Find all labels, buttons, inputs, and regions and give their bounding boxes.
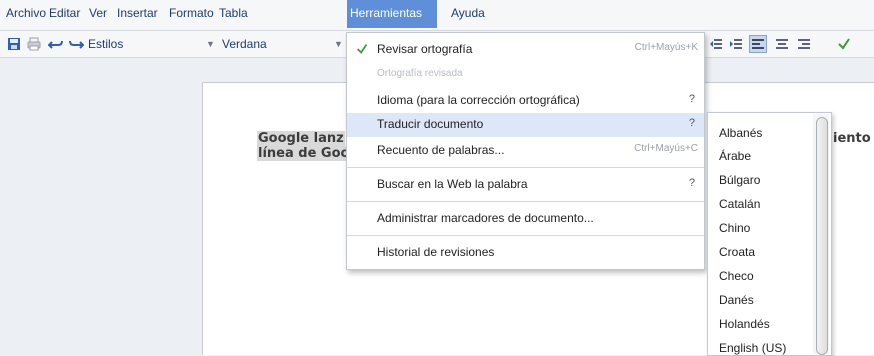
word-count-shortcut: Ctrl+Mayús+C: [634, 143, 698, 154]
chevron-down-icon: ▼: [334, 39, 343, 49]
font-select-value: Verdana: [222, 37, 267, 51]
menu-item-translate[interactable]: Traducir documento ?: [347, 113, 704, 137]
language-submenu: Albanés Árabe Búlgaro Catalán Chino Croa…: [707, 112, 832, 356]
menu-item-word-count[interactable]: Recuento de palabras... Ctrl+Mayús+C: [347, 139, 704, 163]
menu-item-spelling-reviewed: Ortografía revisada: [347, 64, 704, 88]
style-select[interactable]: Estilos ▼: [88, 36, 215, 52]
submenu-indicator: ?: [688, 117, 695, 129]
language-option[interactable]: Holandés: [719, 317, 770, 331]
spell-check-shortcut: Ctrl+Mayús+K: [634, 42, 698, 53]
menu-separator: [347, 201, 704, 202]
menu-item-spell-check[interactable]: Revisar ortografía Ctrl+Mayús+K: [347, 38, 704, 62]
menu-item-language[interactable]: Idioma (para la corrección ortográfica) …: [347, 89, 704, 113]
translate-label: Traducir documento: [377, 117, 484, 131]
font-select[interactable]: Verdana ▼: [222, 36, 343, 52]
document-text-line-1[interactable]: Google lanz: [257, 131, 345, 146]
language-option[interactable]: Checo: [719, 269, 754, 283]
language-label: Idioma (para la corrección ortográfica): [377, 93, 580, 107]
revisions-label: Historial de revisiones: [377, 245, 495, 259]
indent-decrease-icon[interactable]: [708, 36, 724, 52]
redo-icon[interactable]: [68, 36, 84, 52]
language-option[interactable]: Árabe: [719, 149, 751, 163]
menu-bar: Archivo Editar Ver Insertar Formato Tabl…: [0, 0, 874, 31]
language-option[interactable]: Búlgaro: [719, 173, 760, 187]
spelling-reviewed-label: Ortografía revisada: [377, 68, 463, 79]
tools-menu: Revisar ortografía Ctrl+Mayús+K Ortograf…: [346, 32, 705, 270]
chevron-down-icon: ▼: [206, 39, 215, 49]
spellcheck-icon: [357, 44, 368, 54]
web-search-label: Buscar en la Web la palabra: [377, 177, 528, 191]
style-select-value: Estilos: [88, 37, 124, 51]
indent-increase-icon[interactable]: [728, 36, 744, 52]
language-option[interactable]: Danés: [719, 293, 754, 307]
language-option[interactable]: English (US): [719, 341, 786, 355]
menu-tabla[interactable]: Tabla: [216, 0, 251, 30]
menu-archivo[interactable]: Archivo: [3, 0, 49, 30]
menu-item-web-search[interactable]: Buscar en la Web la palabra ?: [347, 173, 704, 197]
menu-item-bookmarks[interactable]: Administrar marcadores de documento...: [347, 207, 704, 231]
submenu-indicator: ?: [688, 177, 695, 189]
undo-icon[interactable]: [48, 36, 64, 52]
menu-separator: [347, 235, 704, 236]
spell-check-label: Revisar ortografía: [377, 42, 473, 56]
save-icon[interactable]: [6, 36, 22, 52]
menu-item-revisions[interactable]: Historial de revisiones: [347, 241, 704, 265]
menu-herramientas[interactable]: Herramientas: [347, 0, 437, 28]
language-option[interactable]: Albanés: [719, 126, 762, 140]
align-center-icon[interactable]: [774, 36, 790, 52]
word-count-label: Recuento de palabras...: [377, 143, 505, 157]
menu-separator: [347, 167, 704, 168]
language-option[interactable]: Chino: [719, 221, 750, 235]
document-text-line-2[interactable]: línea de Goo: [257, 146, 351, 161]
document-text-fragment[interactable]: iento: [832, 131, 872, 146]
submenu-indicator: ?: [688, 93, 695, 105]
submenu-scrollbar-thumb[interactable]: [816, 117, 828, 355]
menu-formato[interactable]: Formato: [166, 0, 217, 30]
menu-editar[interactable]: Editar: [46, 0, 83, 30]
align-left-icon[interactable]: [749, 35, 767, 53]
align-right-icon[interactable]: [796, 36, 812, 52]
print-icon[interactable]: [26, 36, 42, 52]
language-option[interactable]: Croata: [719, 245, 755, 259]
menu-ver[interactable]: Ver: [86, 0, 110, 30]
language-option[interactable]: Catalán: [719, 197, 760, 211]
menu-ayuda[interactable]: Ayuda: [448, 0, 488, 30]
menu-insertar[interactable]: Insertar: [114, 0, 161, 30]
spellcheck-icon[interactable]: [836, 36, 852, 52]
bookmarks-label: Administrar marcadores de documento...: [377, 211, 594, 225]
